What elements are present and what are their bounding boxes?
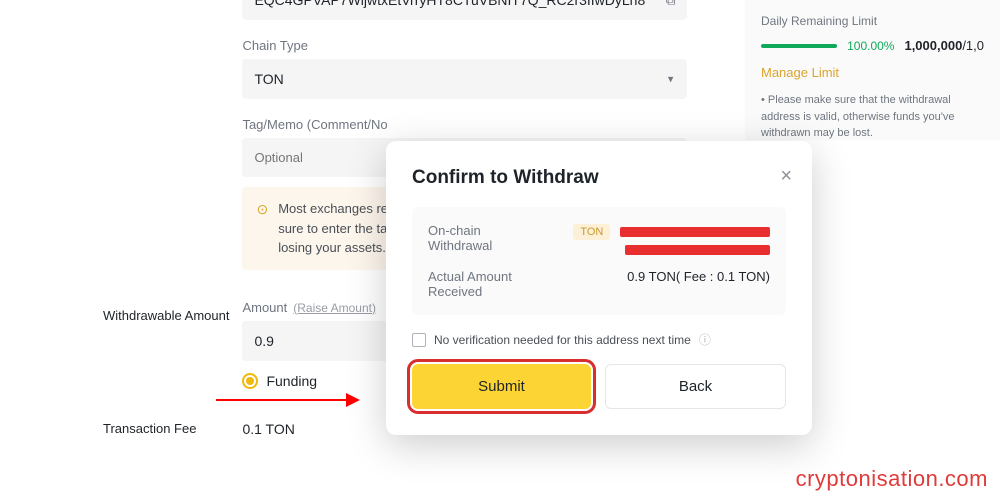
no-verification-label: No verification needed for this address … (434, 333, 691, 347)
transaction-fee-label: Transaction Fee (103, 413, 238, 436)
progress-bar (761, 44, 837, 48)
sidebar-note: • Please make sure that the withdrawal a… (761, 92, 984, 142)
onchain-withdrawal-label: On-chain Withdrawal (428, 223, 538, 255)
actual-amount-value: 0.9 TON( Fee : 0.1 TON) (538, 269, 770, 299)
daily-limit-label: Daily Remaining Limit (761, 14, 984, 28)
manage-limit-link[interactable]: Manage Limit (761, 65, 984, 80)
chain-type-select[interactable]: TON (242, 59, 687, 99)
confirm-withdraw-modal: Confirm to Withdraw × On-chain Withdrawa… (386, 141, 812, 435)
funding-radio-label: Funding (266, 373, 317, 389)
address-input[interactable]: EQC4GPVAP7WljwtxEtVrryHT8CTuVBNIT7Q_RC2r… (242, 0, 687, 20)
help-icon[interactable]: ⓘ (699, 331, 711, 348)
no-verification-checkbox[interactable] (412, 333, 426, 347)
tag-memo-label: Tag/Memo (Comment/No (242, 117, 687, 132)
onchain-withdrawal-value: TON (538, 223, 770, 255)
funding-radio[interactable] (242, 373, 258, 389)
actual-amount-label: Actual Amount Received (428, 269, 538, 299)
modal-title: Confirm to Withdraw (412, 167, 786, 189)
annotation-arrow (216, 391, 360, 409)
chain-type-label: Chain Type (242, 38, 687, 53)
warning-icon: ⊙ (256, 199, 268, 258)
submit-button[interactable]: Submit (412, 364, 591, 409)
chain-badge: TON (573, 224, 610, 240)
redacted-address-2 (625, 245, 770, 255)
raise-amount-link[interactable]: (Raise Amount) (293, 301, 376, 315)
close-icon[interactable]: × (780, 165, 792, 188)
limit-value: 1,000,000/1,0 (904, 38, 984, 53)
limits-sidebar: Daily Remaining Limit 100.00% 1,000,000/… (745, 0, 1000, 140)
chevron-down-icon: ▾ (668, 73, 674, 86)
back-button[interactable]: Back (605, 364, 786, 409)
redacted-address (620, 227, 770, 237)
withdrawable-amount-label: Withdrawable Amount (103, 300, 238, 323)
watermark: cryptonisation.com (796, 466, 988, 492)
copy-icon[interactable]: ⧉ (665, 0, 675, 9)
progress-percent: 100.00% (847, 39, 894, 53)
